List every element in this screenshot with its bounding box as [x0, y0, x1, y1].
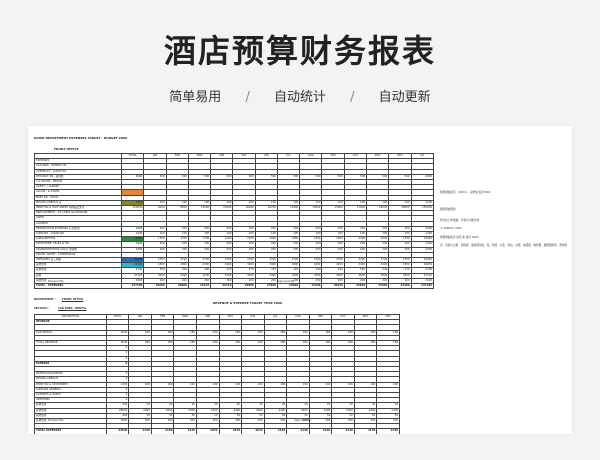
table-cell: 2140 [263, 428, 288, 434]
sheet2-section-value: CAR PARK / RENTAL [58, 307, 87, 310]
tag-separator: / [350, 90, 355, 105]
table-cell: 27930 [299, 283, 323, 290]
table-cell: 237100 [121, 283, 145, 290]
row-label: TOTAL - EXPENSES [33, 283, 123, 290]
approved-by-2: Approved By : [294, 419, 313, 422]
prepared-by-2: Prepared By : [48, 419, 66, 422]
table-cell: 2140 [353, 428, 378, 434]
expense-table: TOTAL JAN FEB MAR APR MAY JUN JUL AUG SEP OCT NOV DE… [33, 152, 435, 290]
note-text: 按照增加费用 [440, 208, 456, 211]
table-cell: 30430 [321, 283, 345, 290]
table-cell: 237100 [410, 283, 435, 290]
table-row: TOTAL EXPENSES 33640 2150 2150 2140 2670 2670 2… [34, 428, 400, 434]
table-cell: 29710 [210, 283, 234, 290]
tagline: 简单易用 / 自动统计 / 自动更新 [0, 86, 600, 105]
sheet2-heading: REVENUE & EXPENSE TARGET YEAR 200X [213, 301, 283, 305]
table-cell: 33640 [343, 283, 368, 290]
table-row: TOTAL - EXPENSES 237100 19000 20800 25410 297… [33, 283, 435, 290]
note-text: 预算增加每月 每月 新 每月 3600 [440, 236, 479, 239]
note-text: 预算增加每月、2000人，应增加 每月3300 [440, 191, 491, 194]
table-cell: 33640 [105, 428, 130, 434]
sheet2-dept-value: FRONT OFFICE [62, 298, 84, 301]
note-text: 人 10000人 2400 [440, 227, 462, 230]
sheet1-dept: FRONT OFFICE [54, 147, 79, 151]
table-cell: 33400 [365, 283, 390, 290]
table-cell: 20800 [165, 283, 189, 290]
sheet2-dept-label: DEPARTMENT : [34, 298, 56, 301]
hero-title: 酒店预算财务报表 [163, 32, 436, 70]
table-cell: 27600 [254, 283, 278, 290]
table-cell: 25990 [276, 283, 301, 290]
note-text: 注：包括人员费、训练费、旅游费用等。每、年终、以及、外出、杂费、电话费、电传费、… [440, 244, 568, 247]
sheet1-heading: ROOM DEPARTMENT EXPENSES TARGET - BUDGET… [34, 136, 128, 140]
revenue-expense-table: DESCRIPTION TOTAL JAN FEB MAR APR MAY JUN JUL AUG… [34, 313, 400, 434]
row-label: TOTAL EXPENSES [34, 428, 107, 434]
table-cell: 2140 [173, 428, 197, 434]
table-cell: 2670 [241, 428, 265, 434]
table-cell: 19000 [143, 283, 167, 290]
table-cell: 33400 [388, 283, 412, 290]
table-cell: 2150 [128, 428, 152, 434]
table-cell: 29800 [232, 283, 256, 290]
table-cell: 2150 [150, 428, 175, 434]
note-text: 预计比上年增加、计划为人数计划 [440, 219, 479, 222]
tag-auto-update: 自动更新 [378, 90, 431, 105]
table-cell: 2670 [195, 428, 220, 434]
tag-easy: 简单易用 [169, 90, 222, 105]
sheet2-section-label: SECTION : [34, 307, 49, 310]
tag-auto-stat: 自动统计 [273, 90, 326, 105]
spreadsheet-preview: ROOM DEPARTMENT EXPENSES TARGET - BUDGET… [28, 126, 572, 434]
table-cell: 2140 [286, 428, 310, 434]
table-cell: 2140 [376, 428, 400, 434]
table-cell: 2670 [218, 428, 243, 434]
table-cell: 2140 [308, 428, 333, 434]
table-cell: 2140 [331, 428, 355, 434]
prepared-by: Prepared By : [48, 280, 66, 283]
approved-by: Approved By : [278, 280, 297, 283]
tag-separator: / [245, 90, 250, 105]
table-cell: 25410 [187, 283, 212, 290]
